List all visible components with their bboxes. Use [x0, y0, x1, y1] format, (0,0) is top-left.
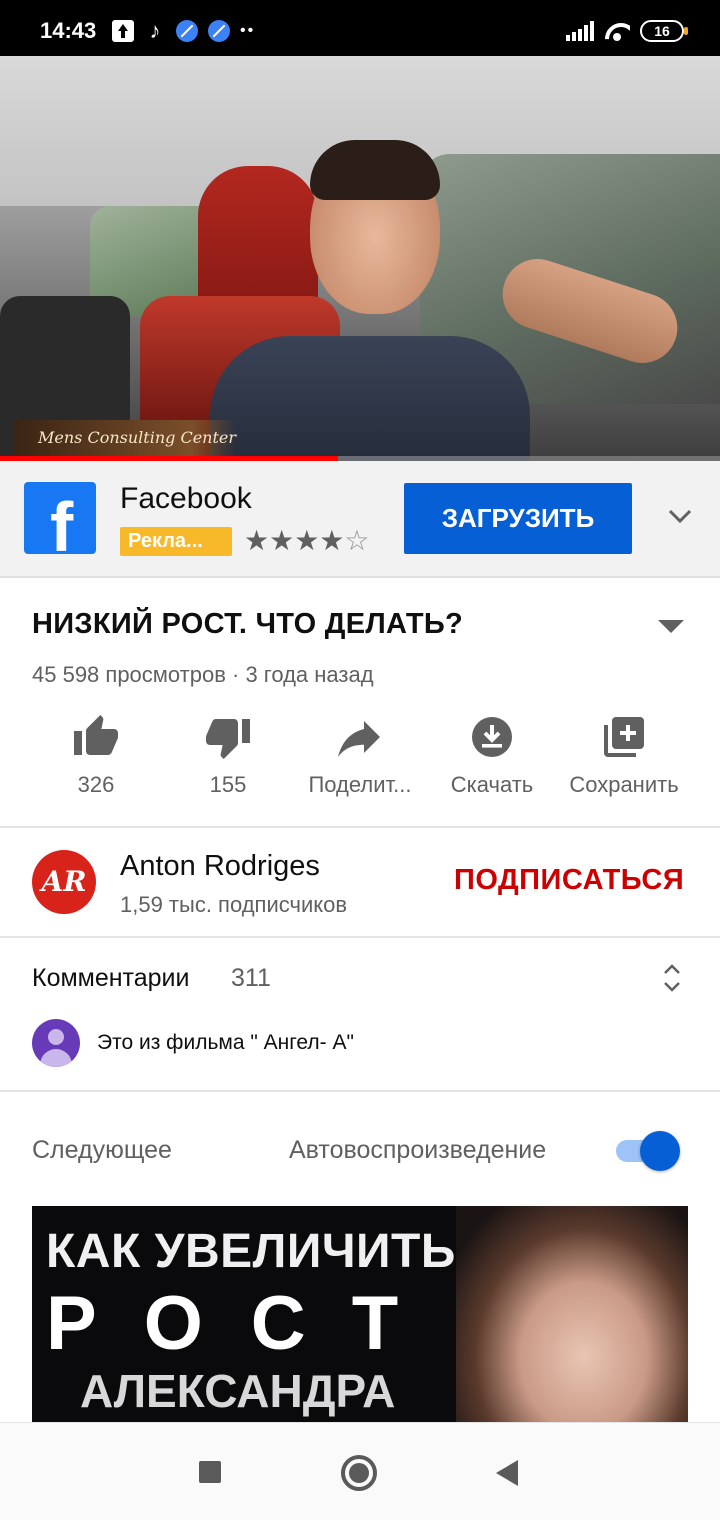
recents-square-icon[interactable] [199, 1461, 221, 1483]
up-next-label: Следующее [32, 1136, 172, 1164]
wifi-icon [604, 21, 630, 41]
download-button[interactable]: Скачать [424, 712, 560, 798]
tiktok-icon: ♪ [149, 18, 161, 43]
autoplay-toggle-knob [640, 1131, 680, 1171]
autoplay-label: Автовоспроизведение [289, 1136, 547, 1164]
save-button[interactable]: Сохранить [556, 712, 692, 798]
commenter-avatar [32, 1019, 80, 1067]
save-to-playlist-icon [556, 712, 692, 762]
download-icon [424, 712, 560, 762]
home-circle-icon[interactable] [341, 1455, 377, 1491]
video-frame-person-hair [310, 140, 440, 200]
ad-empty-star: ☆ [344, 525, 370, 556]
system-icons: 16 [566, 20, 688, 42]
channel-watermark: Mens Consulting Center [14, 420, 236, 456]
like-count: 326 [77, 772, 115, 797]
video-frame-person-body [210, 336, 530, 461]
facebook-logo-icon[interactable]: f [24, 482, 96, 554]
share-icon [292, 712, 428, 762]
action-bar: 326 155 Поделит... Скачать Сохранить [0, 712, 720, 812]
ad-filled-stars: ★★★★ [244, 525, 345, 556]
app-blue-icon [176, 20, 198, 42]
chevron-down-icon[interactable] [664, 500, 696, 532]
thumbnail-text-line1: КАК УВЕЛИЧИТЬ [46, 1225, 456, 1278]
video-player[interactable]: Mens Consulting Center [0, 56, 720, 461]
back-triangle-icon[interactable] [496, 1460, 518, 1486]
share-button[interactable]: Поделит... [292, 712, 428, 798]
expand-comments-icon[interactable] [660, 962, 684, 994]
upload-icon [112, 20, 134, 42]
comments-label[interactable]: Комментарии [32, 964, 189, 993]
battery-level: 16 [654, 23, 670, 39]
ad-install-button[interactable]: ЗАГРУЗИТЬ [404, 483, 632, 554]
status-bar: 14:43 ♪ •• 16 [0, 0, 720, 56]
save-label: Сохранить [569, 772, 679, 797]
comments-count: 311 [231, 964, 271, 992]
share-label: Поделит... [308, 772, 412, 797]
autoplay-toggle[interactable] [616, 1131, 682, 1171]
thumbnail-text-line2: РОСТ [46, 1281, 447, 1366]
thumbnail-text-line3: АЛЕКСАНДРА [80, 1365, 396, 1417]
video-title[interactable]: НИЗКИЙ РОСТ. ЧТО ДЕЛАТЬ? [32, 608, 463, 641]
dislike-button[interactable]: 155 [160, 712, 296, 798]
subscribe-button[interactable]: ПОДПИСАТЬСЯ [454, 864, 684, 897]
channel-avatar[interactable]: AR [32, 850, 96, 914]
ad-badge: Рекла... [120, 527, 232, 556]
more-dots-icon: •• [240, 22, 256, 39]
expand-description-icon[interactable] [658, 620, 684, 633]
channel-name[interactable]: Anton Rodriges [120, 850, 320, 883]
battery-icon: 16 [640, 20, 688, 42]
thumbs-up-icon [28, 712, 164, 762]
notification-icons: ♪ •• [112, 20, 255, 42]
signal-icon [566, 21, 594, 41]
download-label: Скачать [450, 772, 534, 797]
channel-avatar-text: AR [41, 865, 87, 898]
ad-rating-stars: ★★★★☆ [244, 524, 370, 557]
ad-advertiser-name[interactable]: Facebook [120, 482, 252, 516]
like-button[interactable]: 326 [28, 712, 164, 798]
video-meta: 45 598 просмотров · 3 года назад [32, 662, 374, 687]
divider [0, 1090, 720, 1092]
subscriber-count: 1,59 тыс. подписчиков [120, 892, 348, 917]
divider [0, 826, 720, 828]
app-blue-icon [208, 20, 230, 42]
dislike-count: 155 [209, 772, 247, 797]
clock: 14:43 [40, 18, 97, 43]
next-video-thumbnail[interactable]: КАК УВЕЛИЧИТЬ РОСТ АЛЕКСАНДРА [32, 1206, 688, 1422]
thumbnail-portrait [456, 1206, 688, 1422]
thumbs-down-icon [160, 712, 296, 762]
top-comment[interactable]: Это из фильма " Ангел- А" [97, 1031, 354, 1055]
divider [0, 936, 720, 938]
